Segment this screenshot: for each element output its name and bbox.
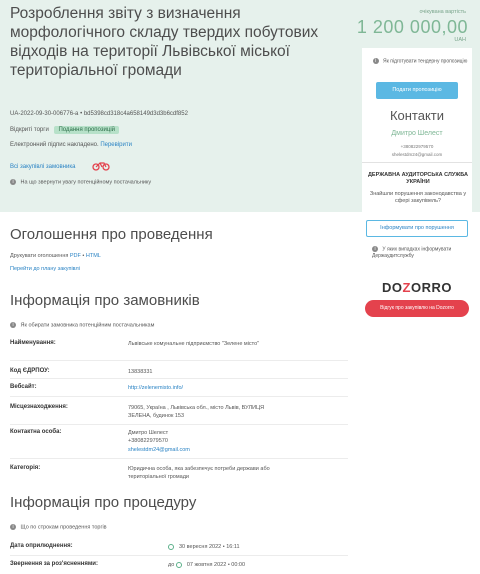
dozorro-review-button[interactable]: Відгук про закупівлю на Dozorro <box>365 300 469 317</box>
dozorro-logo-part: DO <box>382 280 403 295</box>
website-link[interactable]: http://zelenemisto.info/ <box>128 384 183 392</box>
info-icon: i <box>372 246 378 252</box>
divider <box>10 360 348 361</box>
print-pdf-link[interactable]: PDF <box>70 253 81 259</box>
tender-hash: bd5398cd318c4a658149d3d3b6cdf852 <box>83 111 188 117</box>
audit-question: Знайшли порушення законодавства у сфері … <box>369 191 467 204</box>
clock-icon <box>168 543 174 550</box>
divider <box>10 378 348 379</box>
currency: UAH <box>454 37 466 43</box>
publish-date-text: 30 вересня 2022 • 16:11 <box>179 544 240 550</box>
category-label: Категорія: <box>10 465 41 471</box>
supplier-notice-text: На що звернути увагу потенційному постач… <box>20 179 152 186</box>
announcement-title: Оголошення про проведення <box>10 226 213 243</box>
proposal-hint[interactable]: i Як підготувати тендерну пропозицію <box>372 58 468 65</box>
contact-person-value: Дмитро Шелест <box>128 430 169 436</box>
status-row: Відкриті торги Подання пропозицій <box>10 126 120 134</box>
status-badge: Подання пропозицій <box>54 126 120 134</box>
print-html-link[interactable]: HTML <box>86 253 101 259</box>
tender-id: UA-2022-09-30-006776-a • bd5398cd318c4a6… <box>10 111 188 117</box>
verify-signature-link[interactable]: Перевірити <box>100 142 132 148</box>
print-label: Друкувати оголошення <box>10 253 69 259</box>
procedure-section-title: Інформація про процедуру <box>10 494 197 511</box>
website-label: Вебсайт: <box>10 384 37 390</box>
edrpou-value: 13838331 <box>128 369 153 375</box>
contact-person-phone: +380822979570 <box>128 438 168 444</box>
procurement-plan-link[interactable]: Перейти до плану закупівлі <box>10 266 80 272</box>
divider <box>362 162 472 163</box>
edrpou-label: Код ЄДРПОУ: <box>10 368 50 374</box>
info-icon: i <box>372 58 379 64</box>
clarification-value: до 07 жовтня 2022 • 00:00 <box>168 561 245 569</box>
print-announcement: Друкувати оголошення PDF • HTML <box>10 253 101 259</box>
buyer-tenders-link[interactable]: Всі закупівлі замовника <box>10 164 75 170</box>
contact-person-label: Контактна особа: <box>10 429 62 435</box>
procedure-hint-text: Що по строкам проведення торгів <box>20 524 107 531</box>
location-label: Місцезнаходження: <box>10 404 68 410</box>
audit-note[interactable]: i У яких випадках інформувати Держаудитс… <box>372 246 468 260</box>
dozorro-logo: DOZORRO <box>362 280 472 295</box>
audit-note-text: У яких випадках інформувати Держаудитслу… <box>372 246 452 260</box>
divider <box>10 424 348 425</box>
info-icon: i <box>10 322 16 328</box>
tender-title: Розроблення звіту з визначення морфологі… <box>10 5 319 79</box>
signature-row: Електронний підпис накладено. Перевірити <box>10 142 132 148</box>
customer-hint-text: Як обирати замовника потенційним постача… <box>20 322 155 329</box>
customer-hint[interactable]: i Як обирати замовника потенційним поста… <box>10 322 154 328</box>
contact-name: Дмитро Шелест <box>391 130 443 137</box>
divider <box>10 555 348 556</box>
category-value: Юридична особа, яка забезпечує потреби д… <box>128 466 270 480</box>
clarification-label: Звернення за роз'ясненнями: <box>10 561 98 567</box>
sidebar: i Як підготувати тендерну пропозицію Под… <box>362 48 472 328</box>
submit-proposal-button[interactable]: Подати пропозицію <box>376 82 458 99</box>
tender-id-code: UA-2022-09-30-006776-a <box>10 111 79 117</box>
location-value: 79065, Україна , Львівська обл., місто Л… <box>128 405 265 419</box>
contact-person-email[interactable]: shelestdm24@gmail.com <box>128 446 190 454</box>
info-icon: i <box>10 524 16 530</box>
publish-date-value: 30 вересня 2022 • 16:11 <box>168 543 240 551</box>
signature-text: Електронний підпис накладено. <box>10 142 99 148</box>
dozorro-logo-part: ORRO <box>410 280 452 295</box>
contacts-title: Контакти <box>389 108 445 123</box>
dozorro-logo-part: Z <box>402 280 411 295</box>
contact-email: shelestdm24@gmail.com <box>391 152 443 157</box>
bicycle-icon[interactable] <box>92 161 110 171</box>
procurement-type: Відкриті торги <box>10 127 49 133</box>
clarification-prefix: до <box>168 562 175 568</box>
supplier-notice[interactable]: i На що звернути увагу потенційному пост… <box>10 179 151 185</box>
clarification-date-text: 07 жовтня 2022 • 00:00 <box>186 562 246 568</box>
clock-icon <box>175 561 182 568</box>
info-icon: i <box>10 179 16 185</box>
procedure-hint[interactable]: i Що по строкам проведення торгів <box>10 524 107 530</box>
customer-name-label: Найменування: <box>10 340 56 346</box>
expected-value: 1 200 000,00 <box>356 17 468 37</box>
customer-section-title: Інформація про замовників <box>10 292 200 309</box>
proposal-hint-text: Як підготувати тендерну пропозицію <box>383 58 468 65</box>
audit-service-title: ДЕРЖАВНА АУДИТОРСЬКА СЛУЖБА УКРАЇНИ <box>368 172 468 185</box>
report-violation-button[interactable]: Інформувати про порушення <box>366 220 468 237</box>
divider <box>10 458 348 459</box>
divider <box>10 396 348 397</box>
customer-name-value: Львівське комунальне підприємство "Зелен… <box>128 341 260 347</box>
expected-value-label: очікувана вартість <box>419 9 466 15</box>
publish-date-label: Дата оприлюднення: <box>10 543 73 549</box>
contact-phone: +380822979570 <box>400 144 434 149</box>
